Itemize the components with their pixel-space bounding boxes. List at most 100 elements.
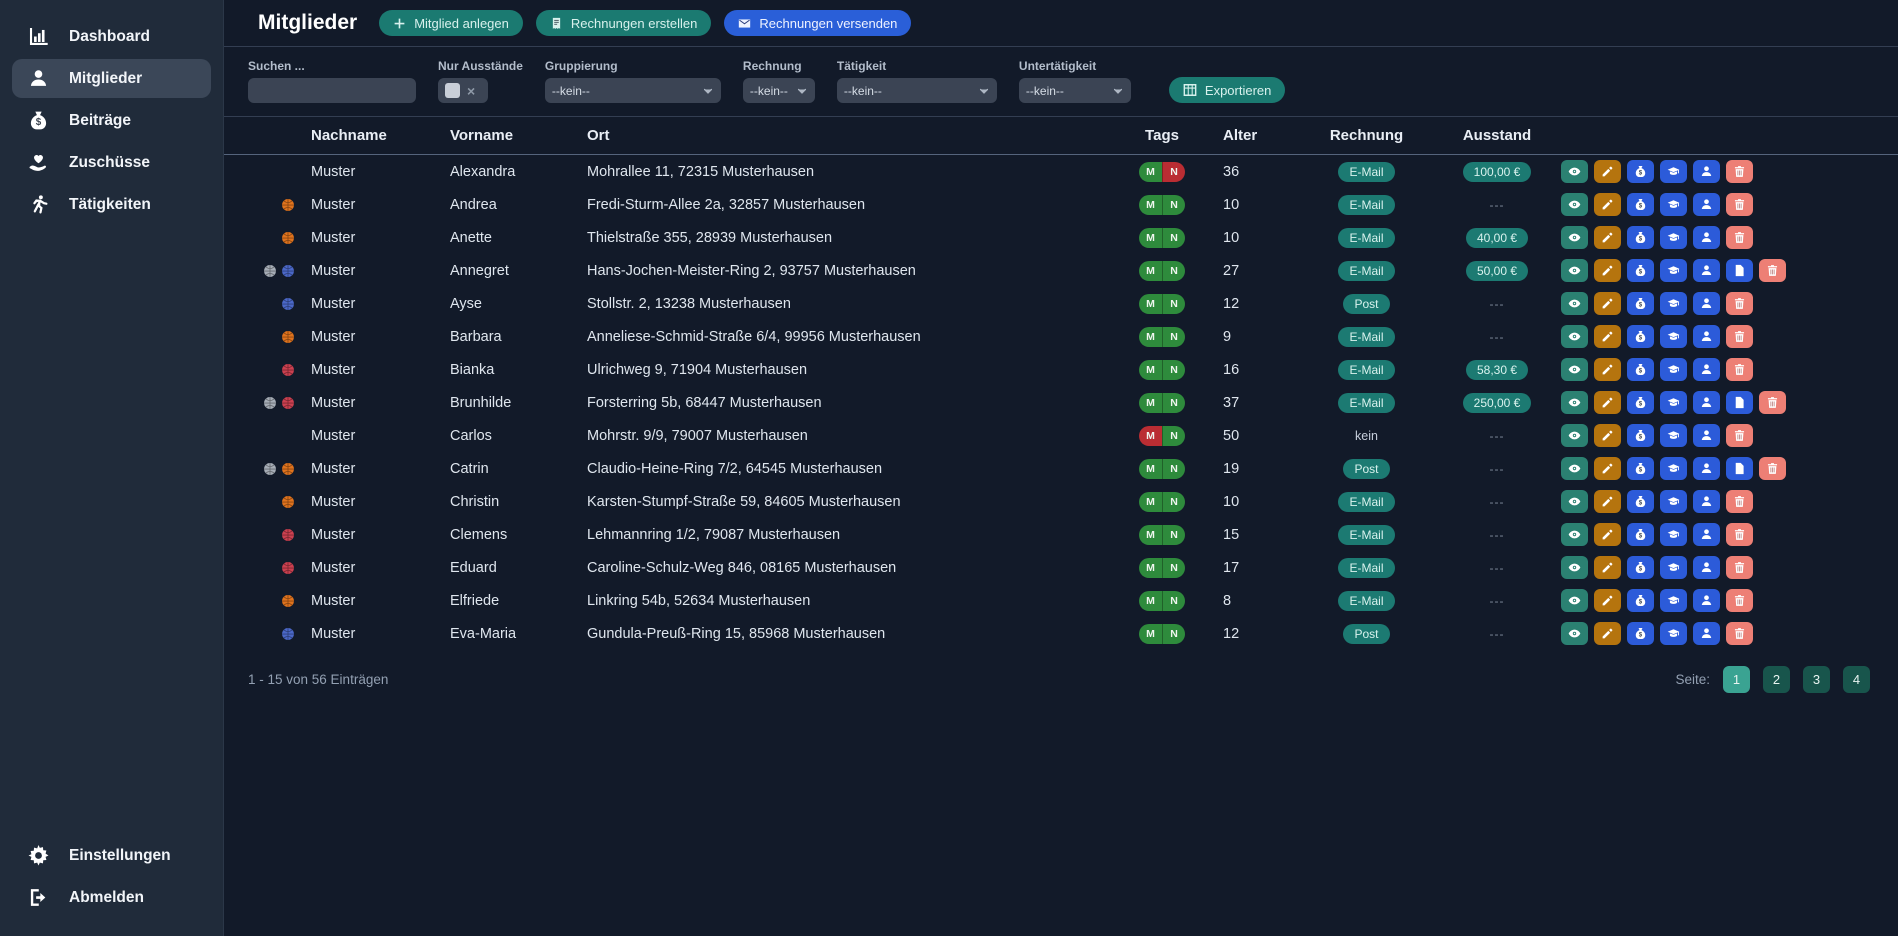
- anzeigen-button[interactable]: [1561, 160, 1588, 183]
- bearbeiten-button[interactable]: [1594, 589, 1621, 612]
- taetigkeiten-button[interactable]: [1660, 457, 1687, 480]
- beitraege-button[interactable]: $: [1627, 490, 1654, 513]
- anzeigen-button[interactable]: [1561, 556, 1588, 579]
- column-header-ort[interactable]: Ort: [587, 127, 1127, 144]
- taetigkeiten-button[interactable]: [1660, 358, 1687, 381]
- taetigkeiten-button[interactable]: [1660, 523, 1687, 546]
- bearbeiten-button[interactable]: [1594, 325, 1621, 348]
- column-header-ausstand[interactable]: Ausstand: [1433, 127, 1561, 144]
- anzeigen-button[interactable]: [1561, 358, 1588, 381]
- beitraege-button[interactable]: $: [1627, 160, 1654, 183]
- anzeigen-button[interactable]: [1561, 259, 1588, 282]
- mitglied-button[interactable]: [1693, 490, 1720, 513]
- taetigkeiten-button[interactable]: [1660, 292, 1687, 315]
- beitraege-button[interactable]: $: [1627, 589, 1654, 612]
- mitglied-button[interactable]: [1693, 292, 1720, 315]
- anzeigen-button[interactable]: [1561, 325, 1588, 348]
- search-input[interactable]: [248, 78, 416, 103]
- loeschen-button[interactable]: [1726, 292, 1753, 315]
- mitglied-button[interactable]: [1693, 424, 1720, 447]
- column-header-tags[interactable]: Tags: [1127, 127, 1197, 144]
- loeschen-button[interactable]: [1759, 457, 1786, 480]
- loeschen-button[interactable]: [1759, 259, 1786, 282]
- bearbeiten-button[interactable]: [1594, 622, 1621, 645]
- loeschen-button[interactable]: [1726, 160, 1753, 183]
- taetigkeiten-button[interactable]: [1660, 622, 1687, 645]
- mitglied-button[interactable]: [1693, 391, 1720, 414]
- outstanding-clear-button[interactable]: ×: [467, 84, 475, 98]
- rechnungen-versenden-button[interactable]: Rechnungen versenden: [724, 10, 911, 36]
- bearbeiten-button[interactable]: [1594, 358, 1621, 381]
- bearbeiten-button[interactable]: [1594, 523, 1621, 546]
- bearbeiten-button[interactable]: [1594, 259, 1621, 282]
- anzeigen-button[interactable]: [1561, 622, 1588, 645]
- taetigkeiten-button[interactable]: [1660, 424, 1687, 447]
- beitraege-button[interactable]: $: [1627, 193, 1654, 216]
- page-button-3[interactable]: 3: [1803, 666, 1830, 693]
- beitraege-button[interactable]: $: [1627, 292, 1654, 315]
- rechnung-select[interactable]: --kein--: [743, 78, 815, 103]
- loeschen-button[interactable]: [1726, 523, 1753, 546]
- beitraege-button[interactable]: $: [1627, 259, 1654, 282]
- mitglied-button[interactable]: [1693, 160, 1720, 183]
- sidebar-item-taetigkeiten[interactable]: Tätigkeiten: [12, 185, 211, 224]
- bearbeiten-button[interactable]: [1594, 193, 1621, 216]
- dokument-button[interactable]: [1726, 457, 1753, 480]
- loeschen-button[interactable]: [1726, 325, 1753, 348]
- taetigkeiten-button[interactable]: [1660, 226, 1687, 249]
- beitraege-button[interactable]: $: [1627, 358, 1654, 381]
- anzeigen-button[interactable]: [1561, 523, 1588, 546]
- taetigkeiten-button[interactable]: [1660, 325, 1687, 348]
- taetigkeiten-button[interactable]: [1660, 490, 1687, 513]
- sidebar-item-abmelden[interactable]: Abmelden: [12, 878, 211, 917]
- mitglied-button[interactable]: [1693, 556, 1720, 579]
- bearbeiten-button[interactable]: [1594, 490, 1621, 513]
- taetigkeiten-button[interactable]: [1660, 391, 1687, 414]
- loeschen-button[interactable]: [1759, 391, 1786, 414]
- mitglied-button[interactable]: [1693, 259, 1720, 282]
- mitglied-button[interactable]: [1693, 622, 1720, 645]
- mitglied-button[interactable]: [1693, 193, 1720, 216]
- mitglied-button[interactable]: [1693, 457, 1720, 480]
- bearbeiten-button[interactable]: [1594, 391, 1621, 414]
- loeschen-button[interactable]: [1726, 226, 1753, 249]
- loeschen-button[interactable]: [1726, 424, 1753, 447]
- beitraege-button[interactable]: $: [1627, 226, 1654, 249]
- anzeigen-button[interactable]: [1561, 589, 1588, 612]
- loeschen-button[interactable]: [1726, 589, 1753, 612]
- beitraege-button[interactable]: $: [1627, 523, 1654, 546]
- loeschen-button[interactable]: [1726, 490, 1753, 513]
- bearbeiten-button[interactable]: [1594, 292, 1621, 315]
- column-header-vorname[interactable]: Vorname: [450, 127, 587, 144]
- export-button[interactable]: Exportieren: [1169, 77, 1285, 103]
- beitraege-button[interactable]: $: [1627, 424, 1654, 447]
- anzeigen-button[interactable]: [1561, 490, 1588, 513]
- taetigkeiten-button[interactable]: [1660, 556, 1687, 579]
- beitraege-button[interactable]: $: [1627, 457, 1654, 480]
- taetigkeiten-button[interactable]: [1660, 160, 1687, 183]
- page-button-2[interactable]: 2: [1763, 666, 1790, 693]
- loeschen-button[interactable]: [1726, 358, 1753, 381]
- mitglied-button[interactable]: [1693, 226, 1720, 249]
- dokument-button[interactable]: [1726, 259, 1753, 282]
- sidebar-item-einstellungen[interactable]: Einstellungen: [12, 836, 211, 875]
- sidebar-item-zuschuesse[interactable]: Zuschüsse: [12, 143, 211, 182]
- loeschen-button[interactable]: [1726, 193, 1753, 216]
- bearbeiten-button[interactable]: [1594, 424, 1621, 447]
- untertaetigkeit-select[interactable]: --kein--: [1019, 78, 1131, 103]
- sidebar-item-beitraege[interactable]: $Beiträge: [12, 101, 211, 140]
- taetigkeiten-button[interactable]: [1660, 259, 1687, 282]
- taetigkeiten-button[interactable]: [1660, 193, 1687, 216]
- bearbeiten-button[interactable]: [1594, 160, 1621, 183]
- anzeigen-button[interactable]: [1561, 292, 1588, 315]
- sidebar-item-mitglieder[interactable]: Mitglieder: [12, 59, 211, 98]
- anzeigen-button[interactable]: [1561, 226, 1588, 249]
- gruppierung-select[interactable]: --kein--: [545, 78, 721, 103]
- sidebar-item-dashboard[interactable]: Dashboard: [12, 17, 211, 56]
- mitglied-button[interactable]: [1693, 589, 1720, 612]
- beitraege-button[interactable]: $: [1627, 325, 1654, 348]
- bearbeiten-button[interactable]: [1594, 226, 1621, 249]
- anzeigen-button[interactable]: [1561, 457, 1588, 480]
- rechnungen-erstellen-button[interactable]: Rechnungen erstellen: [536, 10, 711, 36]
- column-header-rechnung[interactable]: Rechnung: [1300, 127, 1433, 144]
